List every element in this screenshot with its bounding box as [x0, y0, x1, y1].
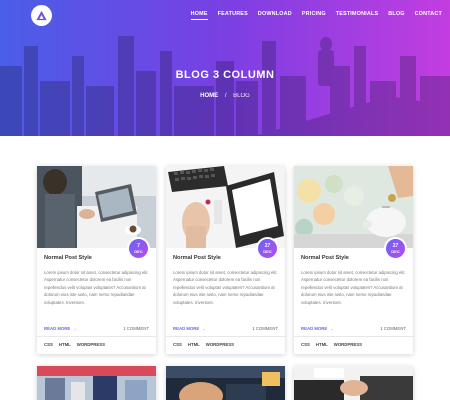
breadcrumb-home[interactable]: HOME: [200, 93, 218, 99]
tag-css[interactable]: CSS: [301, 342, 310, 347]
date-month: DEC: [263, 248, 272, 254]
tag-wordpress[interactable]: WORDPRESS: [206, 342, 234, 347]
breadcrumb-current: BLOG: [233, 93, 250, 99]
nav-pricing[interactable]: PRICING: [302, 11, 326, 20]
post-title[interactable]: Normal Post Style: [173, 255, 221, 261]
card-divider: [166, 336, 285, 337]
date-badge: 27 DEC: [386, 239, 405, 258]
nav-download[interactable]: DOWNLOAD: [258, 11, 292, 20]
laptop-tablet-photo-icon: [37, 166, 156, 248]
read-more-label: READ MORE: [44, 326, 71, 331]
post-excerpt: Lorem ipsum dolor sit amet, consectetur …: [44, 270, 149, 305]
tag-html[interactable]: HTML: [188, 342, 200, 347]
arrow-right-icon: →: [329, 326, 334, 331]
blog-card-partial[interactable]: [166, 366, 285, 400]
post-title[interactable]: Normal Post Style: [301, 255, 349, 261]
blog-card: 27 DEC Normal Post Style Lorem ipsum dol…: [166, 166, 285, 354]
comment-count[interactable]: 1 COMMENT: [380, 326, 406, 331]
store-photo-icon: [37, 366, 156, 400]
nav-contact[interactable]: CONTACT: [415, 11, 442, 20]
tag-html[interactable]: HTML: [59, 342, 71, 347]
nav-features[interactable]: FEATURES: [218, 11, 248, 20]
date-badge: 7 DEC: [129, 239, 148, 258]
breadcrumb-separator: /: [224, 93, 227, 99]
card-divider: [294, 336, 413, 337]
comment-count[interactable]: 1 COMMENT: [123, 326, 149, 331]
tag-css[interactable]: CSS: [44, 342, 53, 347]
post-title[interactable]: Normal Post Style: [44, 255, 92, 261]
post-image[interactable]: [37, 166, 156, 248]
tag-list: CSS HTML WORDPRESS: [173, 342, 240, 347]
date-month: DEC: [391, 248, 400, 254]
logo-triangle-icon: [36, 10, 47, 21]
city-skyline-background: [0, 36, 450, 136]
post-excerpt: Lorem ipsum dolor sit amet, consectetur …: [173, 270, 278, 305]
tag-css[interactable]: CSS: [173, 342, 182, 347]
post-image[interactable]: [294, 166, 413, 248]
nav-blog[interactable]: BLOG: [388, 11, 404, 20]
tag-html[interactable]: HTML: [316, 342, 328, 347]
tag-list: CSS HTML WORDPRESS: [44, 342, 111, 347]
main-nav: HOME FEATURES DOWNLOAD PRICING TESTIMONI…: [181, 11, 442, 20]
nav-testimonials[interactable]: TESTIMONIALS: [336, 11, 379, 20]
arrow-right-icon: →: [72, 326, 77, 331]
post-image[interactable]: [166, 166, 285, 248]
nav-home[interactable]: HOME: [190, 11, 208, 20]
card-divider: [37, 336, 156, 337]
blog-card: 27 DEC Normal Post Style Lorem ipsum dol…: [294, 166, 413, 354]
blog-card-partial[interactable]: [294, 366, 413, 400]
handshake-photo-icon: [294, 366, 413, 400]
piggy-bank-photo-icon: [294, 166, 413, 248]
blog-card-partial[interactable]: [37, 366, 156, 400]
hero-banner: HOME FEATURES DOWNLOAD PRICING TESTIMONI…: [0, 0, 450, 136]
read-more-link[interactable]: READ MORE →: [301, 326, 334, 331]
logo[interactable]: [31, 5, 52, 26]
read-more-label: READ MORE: [173, 326, 200, 331]
breadcrumb: HOME / BLOG: [0, 93, 450, 99]
tag-wordpress[interactable]: WORDPRESS: [334, 342, 362, 347]
tag-wordpress[interactable]: WORDPRESS: [77, 342, 105, 347]
post-excerpt: Lorem ipsum dolor sit amet, consectetur …: [301, 270, 406, 305]
comment-count[interactable]: 1 COMMENT: [252, 326, 278, 331]
read-more-label: READ MORE: [301, 326, 328, 331]
meeting-photo-icon: [166, 366, 285, 400]
read-more-link[interactable]: READ MORE →: [44, 326, 77, 331]
page-title: BLOG 3 COLUMN: [175, 69, 275, 81]
read-more-link[interactable]: READ MORE →: [173, 326, 206, 331]
arrow-right-icon: →: [201, 326, 206, 331]
tag-list: CSS HTML WORDPRESS: [301, 342, 368, 347]
keyboard-notebook-photo-icon: [166, 166, 285, 248]
date-month: DEC: [134, 248, 143, 254]
date-badge: 27 DEC: [258, 239, 277, 258]
blog-card: 7 DEC Normal Post Style Lorem ipsum dolo…: [37, 166, 156, 354]
